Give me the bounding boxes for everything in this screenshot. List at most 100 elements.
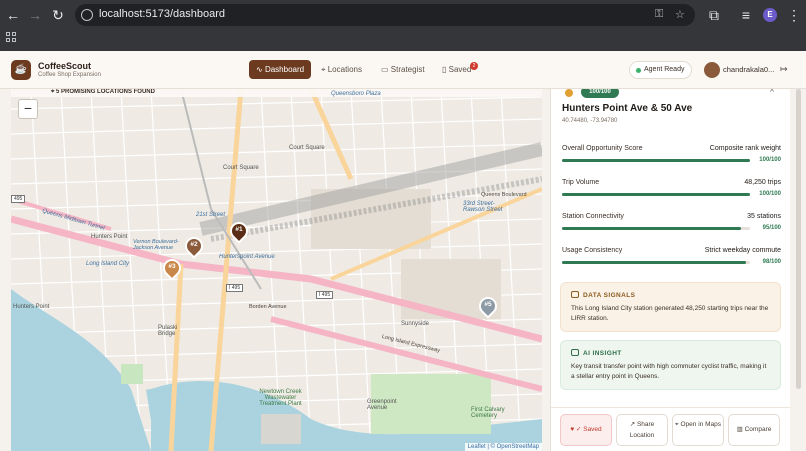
nav-dashboard[interactable]: ∿ Dashboard xyxy=(249,60,312,79)
map-view[interactable]: ⌖ 5 PROMISING LOCATIONS FOUND − Queensbo… xyxy=(11,89,542,451)
data-signals-heading: DATA SIGNALS xyxy=(571,291,770,299)
pin-2-label: #2 xyxy=(190,241,198,248)
user-menu[interactable]: chandrakala0... xyxy=(701,60,777,80)
nav-saved-label: Saved xyxy=(448,65,472,74)
map-label: 21st Street xyxy=(196,212,226,218)
site-info-icon[interactable] xyxy=(81,9,93,21)
metric-label: Trip Volume xyxy=(562,179,600,186)
map-label: Hunters Point xyxy=(91,234,128,240)
open-in-maps-button[interactable]: ⌖ Open in Maps xyxy=(672,414,724,446)
panel-scrollbar[interactable] xyxy=(796,89,801,389)
metric-score: 100/100 xyxy=(759,157,781,163)
nav-dashboard-label: Dashboard xyxy=(264,65,305,74)
locations-found-banner: ⌖ 5 PROMISING LOCATIONS FOUND xyxy=(11,89,542,97)
back-icon[interactable]: ← xyxy=(5,7,21,23)
location-coords: 40.74480, -73.94780 xyxy=(562,118,618,124)
metric-label: Overall Opportunity Score xyxy=(562,145,643,152)
metric-score: 98/100 xyxy=(762,259,781,265)
metric-value: Composite rank weight xyxy=(709,145,781,152)
map-pin-5[interactable]: #5 xyxy=(475,293,501,319)
status-dot-icon xyxy=(636,68,641,73)
reload-icon[interactable]: ↻ xyxy=(50,7,66,23)
compare-label: Compare xyxy=(744,426,772,433)
data-signals-body: This Long Island City station generated … xyxy=(571,305,769,322)
ai-insight-card: AI INSIGHT Key transit transfer point wi… xyxy=(560,340,781,390)
metric-consistency: Usage Consistency Strict weekday commute… xyxy=(562,247,781,273)
zoom-out-button[interactable]: − xyxy=(18,99,38,119)
app-header: ☕ CoffeeScout Coffee Shop Expansion ∿ Da… xyxy=(0,51,806,89)
pin-1-label: #1 xyxy=(235,226,243,233)
nav-locations[interactable]: ⌖ Locations xyxy=(314,60,369,79)
map-pin-1[interactable]: #1 xyxy=(226,218,252,244)
metric-label: Usage Consistency xyxy=(562,247,623,254)
metric-trip-volume: Trip Volume 48,250 trips 100/100 xyxy=(562,179,781,205)
action-bar: ♥ ✓ Saved ↗ Share Location ⌖ Open in Map… xyxy=(551,407,790,451)
metric-bar-fill xyxy=(562,227,741,230)
map-label: Queensboro Plaza xyxy=(331,91,381,97)
nav-strategist[interactable]: ▭ Strategist xyxy=(374,60,432,79)
app-root: ☕ CoffeeScout Coffee Shop Expansion ∿ Da… xyxy=(0,51,806,451)
metric-score: 95/100 xyxy=(762,225,781,231)
bookmark-icon: ▯ xyxy=(442,65,449,74)
map-label: First Calvary Cemetery xyxy=(471,407,505,419)
map-attribution[interactable]: Leaflet | © OpenStreetMap xyxy=(464,443,542,451)
metric-value: 35 stations xyxy=(747,213,781,220)
nav-locations-label: Locations xyxy=(327,65,362,74)
metric-score: 100/100 xyxy=(759,191,781,197)
map-label: Court Square xyxy=(289,145,325,151)
highway-shield: 495 xyxy=(11,195,26,203)
metric-value: Strict weekday commute xyxy=(704,247,781,254)
ai-insight-body: Key transit transfer point with high com… xyxy=(571,363,767,380)
metric-bar-fill xyxy=(562,193,750,196)
bookmark-star-icon[interactable]: ☆ xyxy=(675,8,685,21)
compare-button[interactable]: ▥ Compare xyxy=(728,414,780,446)
agent-status: Agent Ready xyxy=(629,61,692,79)
activity-icon: ∿ xyxy=(256,65,265,74)
extensions-icon[interactable]: ⧉ xyxy=(706,7,722,23)
logout-icon[interactable]: ↦ xyxy=(780,64,788,75)
map-label: Hunterspoint Avenue xyxy=(219,254,275,260)
brand-name: CoffeeScout xyxy=(38,61,92,71)
profile-avatar[interactable]: E xyxy=(763,8,777,22)
metric-bar-fill xyxy=(562,159,750,162)
map-label: Borden Avenue xyxy=(249,304,287,310)
location-detail-panel: 100/100 × Hunters Point Ave & 50 Ave 40.… xyxy=(550,89,790,451)
media-icon[interactable]: ≡ xyxy=(738,7,754,23)
metric-overall: Overall Opportunity Score Composite rank… xyxy=(562,145,781,171)
map-label: Hunters Point xyxy=(13,304,50,310)
menu-icon[interactable]: ⋮ xyxy=(786,7,802,23)
map-pin-2[interactable]: #2 xyxy=(181,233,207,259)
data-signals-title: DATA SIGNALS xyxy=(583,292,636,299)
map-label: Newtown Creek Wastewater Treatment Plant xyxy=(259,389,302,407)
metric-bar xyxy=(562,193,750,196)
database-icon xyxy=(571,291,579,298)
data-signals-card: DATA SIGNALS This Long Island City stati… xyxy=(560,282,781,332)
agent-status-label: Agent Ready xyxy=(644,66,685,73)
password-key-icon[interactable]: ⚿ xyxy=(655,8,663,21)
map-pin-3[interactable]: #3 xyxy=(159,255,185,281)
apps-grid-icon[interactable] xyxy=(6,32,16,42)
ai-insight-heading: AI INSIGHT xyxy=(571,349,770,357)
highway-shield: I 495 xyxy=(316,291,334,299)
share-location-button[interactable]: ↗ Share Location xyxy=(616,414,668,446)
close-icon[interactable]: × xyxy=(769,89,775,96)
saved-button[interactable]: ♥ ✓ Saved xyxy=(560,414,612,446)
coffee-cup-icon[interactable]: ☕ xyxy=(11,60,31,80)
metric-bar xyxy=(562,261,750,264)
saved-count-badge: 2 xyxy=(470,62,478,70)
metric-bar xyxy=(562,159,750,162)
metric-bar xyxy=(562,227,750,230)
browser-chrome: ← → ↻ localhost:5173/dashboard ⚿ ☆ ⧉ ≡ E… xyxy=(0,0,806,51)
username: chandrakala0... xyxy=(723,65,775,74)
address-bar[interactable]: localhost:5173/dashboard ⚿ ☆ xyxy=(75,4,695,26)
forward-icon[interactable]: → xyxy=(27,7,43,23)
saved-button-label: ✓ Saved xyxy=(575,426,602,433)
share-icon: ↗ xyxy=(629,421,637,428)
chat-icon: ▭ xyxy=(381,65,391,74)
url-text[interactable]: localhost:5173/dashboard xyxy=(99,8,225,20)
bar-chart-icon: ▥ xyxy=(736,426,745,433)
map-label: Greenpoint Avenue xyxy=(367,399,397,411)
highway-shield: I 495 xyxy=(226,284,244,292)
map-label: 33rd Street-Rawson Street xyxy=(463,201,503,213)
map-label: Pulaski Bridge xyxy=(158,325,178,337)
